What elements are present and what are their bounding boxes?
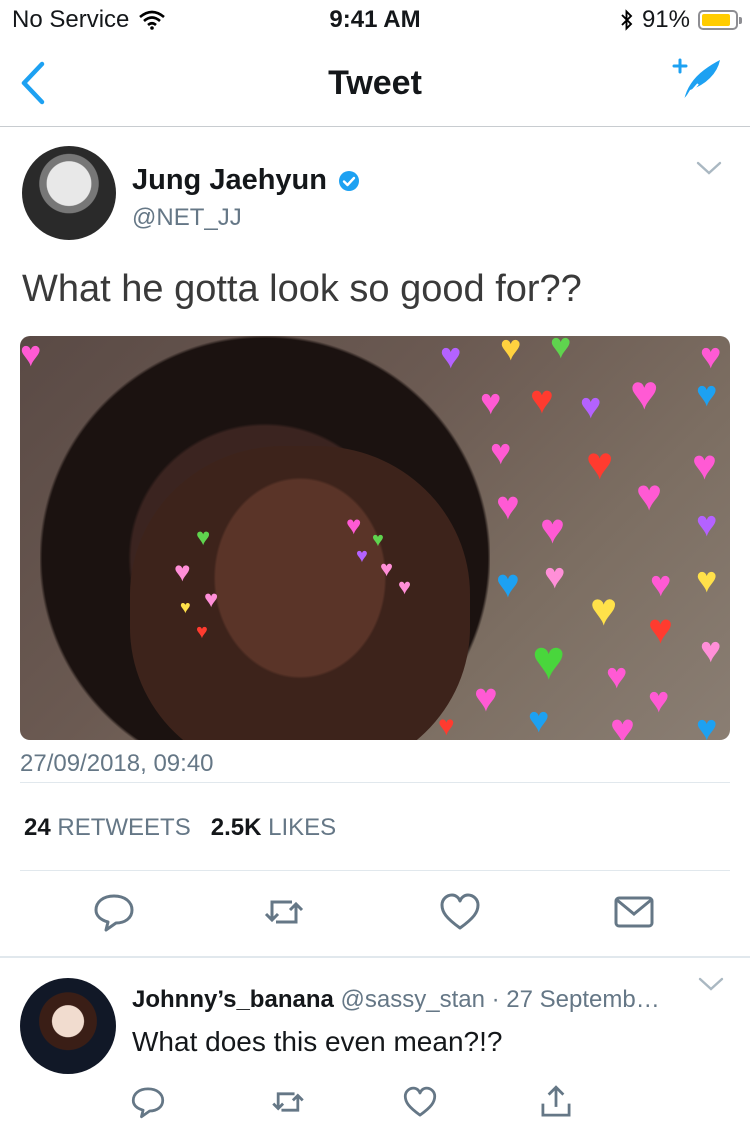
status-bar: No Service 9:41 AM 91% xyxy=(0,0,750,40)
heart-emoji: ♥ xyxy=(692,441,717,488)
heart-emoji: ♥ xyxy=(544,555,566,596)
retweets-count: 24 xyxy=(24,814,51,841)
heart-emoji: ♥ xyxy=(496,562,520,606)
heart-emoji: ♥ xyxy=(630,367,659,420)
battery-percent: 91% xyxy=(641,6,690,33)
reply-author-handle[interactable]: @sassy_stan xyxy=(341,986,485,1013)
retweets-label: RETWEETS xyxy=(57,814,191,841)
heart-emoji: ♥ xyxy=(550,336,572,366)
retweet-icon[interactable] xyxy=(262,890,306,934)
avatar[interactable] xyxy=(22,146,116,240)
heart-emoji: ♥ xyxy=(438,710,455,740)
heart-emoji: ♥ xyxy=(606,655,628,696)
heart-emoji: ♥ xyxy=(540,505,565,552)
heart-emoji: ♥ xyxy=(356,545,368,567)
reply-icon[interactable] xyxy=(92,890,136,934)
heart-emoji: ♥ xyxy=(496,484,520,528)
heart-emoji: ♥ xyxy=(440,336,462,376)
heart-emoji: ♥ xyxy=(580,385,602,426)
reply-author-name[interactable]: Johnny’s_banana xyxy=(132,986,334,1013)
heart-emoji: ♥ xyxy=(696,503,718,544)
photo-face xyxy=(130,446,470,740)
heart-emoji: ♥ xyxy=(196,621,208,643)
divider xyxy=(20,870,730,871)
tweet-author[interactable]: Jung Jaehyun @NET_JJ xyxy=(22,146,359,240)
tweet-text: What he gotta look so good for?? xyxy=(22,268,582,310)
retweet-icon[interactable] xyxy=(270,1084,306,1120)
heart-emoji: ♥ xyxy=(204,586,219,613)
avatar[interactable] xyxy=(20,978,116,1074)
heart-emoji: ♥ xyxy=(586,437,614,489)
reply-text: What does this even mean?!? xyxy=(132,1026,503,1057)
chevron-down-icon[interactable] xyxy=(698,976,724,992)
reply-header: Johnny’s_banana @sassy_stan · 27 Septemb… xyxy=(132,986,660,1014)
author-name[interactable]: Jung Jaehyun xyxy=(132,164,327,197)
heart-emoji: ♥ xyxy=(490,431,512,472)
reply-date: 27 Septemb… xyxy=(506,986,660,1013)
share-icon[interactable] xyxy=(538,1084,574,1120)
battery-icon xyxy=(698,10,742,30)
heart-emoji: ♥ xyxy=(398,574,412,599)
heart-emoji: ♥ xyxy=(180,597,191,617)
heart-emoji: ♥ xyxy=(174,556,191,587)
compose-tweet-icon[interactable] xyxy=(668,54,724,104)
tweet-stats: 24 RETWEETS 2.5K LIKES xyxy=(24,814,336,842)
heart-emoji: ♥ xyxy=(696,559,718,600)
share-mail-icon[interactable] xyxy=(612,890,656,934)
heart-emoji: ♥ xyxy=(528,699,550,740)
tweet-action-bar xyxy=(0,890,750,940)
heart-emoji: ♥ xyxy=(480,381,502,422)
likes-label: LIKES xyxy=(268,814,337,841)
heart-emoji: ♥ xyxy=(650,563,672,604)
likes-stat[interactable]: 2.5K LIKES xyxy=(211,814,336,841)
heart-emoji: ♥ xyxy=(196,524,211,551)
verified-badge-icon xyxy=(339,171,359,191)
heart-emoji: ♥ xyxy=(20,336,42,374)
likes-count: 2.5K xyxy=(210,814,262,841)
separator-dot: · xyxy=(491,986,500,1013)
bluetooth-icon xyxy=(621,9,633,31)
tweet-image[interactable]: ♥ ♥ ♥ ♥ ♥ ♥ ♥ ♥ ♥ ♥ ♥ ♥ ♥ ♥ ♥ ♥ ♥ ♥ ♥ ♥ … xyxy=(20,336,730,740)
chevron-down-icon[interactable] xyxy=(696,160,722,176)
retweets-stat[interactable]: 24 RETWEETS xyxy=(24,814,191,841)
heart-emoji: ♥ xyxy=(700,629,722,670)
heart-emoji: ♥ xyxy=(636,471,663,520)
like-heart-icon[interactable] xyxy=(402,1084,438,1120)
heart-emoji: ♥ xyxy=(380,556,394,581)
heart-emoji: ♥ xyxy=(474,676,498,720)
author-handle[interactable]: @NET_JJ xyxy=(132,204,242,232)
heart-emoji: ♥ xyxy=(696,707,718,741)
heart-emoji: ♥ xyxy=(372,529,384,551)
heart-emoji: ♥ xyxy=(530,378,554,422)
tweet-timestamp: 27/09/2018, 09:40 xyxy=(20,750,214,777)
page-title: Tweet xyxy=(328,64,422,102)
heart-emoji: ♥ xyxy=(346,510,362,540)
divider xyxy=(0,956,750,958)
divider xyxy=(20,782,730,783)
nav-bar: Tweet xyxy=(0,40,750,127)
heart-emoji: ♥ xyxy=(648,605,673,652)
reply-icon[interactable] xyxy=(130,1084,166,1120)
heart-emoji: ♥ xyxy=(610,705,635,741)
heart-emoji: ♥ xyxy=(696,373,718,414)
heart-emoji: ♥ xyxy=(500,336,522,368)
heart-emoji: ♥ xyxy=(700,336,722,376)
heart-emoji: ♥ xyxy=(590,583,618,635)
like-heart-icon[interactable] xyxy=(438,890,482,934)
heart-emoji: ♥ xyxy=(648,679,670,720)
heart-emoji: ♥ xyxy=(532,628,566,691)
status-right: 91% xyxy=(620,6,742,34)
